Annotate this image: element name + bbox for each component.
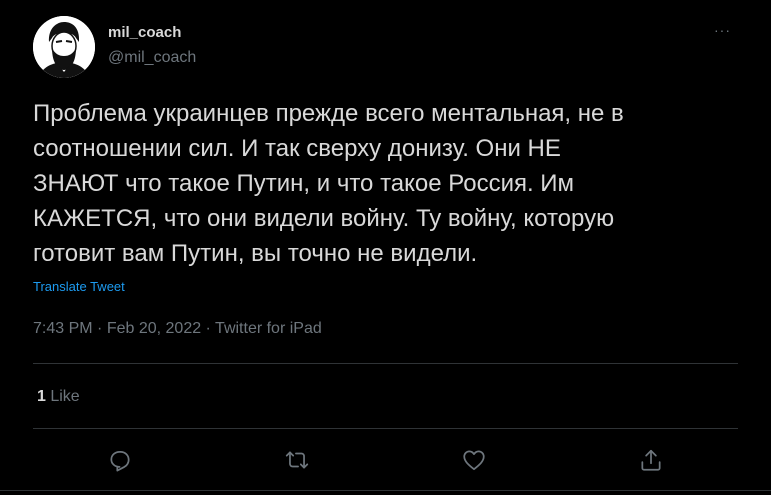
tweet-metadata: 7:43 PM · Feb 20, 2022 · Twitter for iPa…	[33, 320, 322, 338]
reply-icon	[110, 451, 130, 472]
divider	[33, 428, 738, 429]
tweet-card: mil_coach @mil_coach ··· Проблема украин…	[0, 0, 771, 495]
bottom-divider	[0, 490, 771, 491]
divider	[33, 363, 738, 364]
tweet-date[interactable]: Feb 20, 2022	[107, 320, 201, 337]
translate-tweet-link[interactable]: Translate Tweet	[33, 279, 125, 294]
like-count: 1	[37, 388, 46, 405]
retweet-button[interactable]	[284, 447, 310, 473]
tweet-time[interactable]: 7:43 PM	[33, 320, 93, 337]
author-handle[interactable]: @mil_coach	[108, 49, 196, 67]
author-display-name[interactable]: mil_coach	[108, 24, 181, 41]
meta-separator: ·	[92, 320, 107, 337]
reply-button[interactable]	[107, 447, 133, 473]
tweet-source[interactable]: Twitter for iPad	[215, 320, 322, 337]
like-label: Like	[45, 388, 80, 405]
tweet-text: Проблема украинцев прежде всего ментальн…	[33, 100, 624, 267]
avatar[interactable]	[33, 16, 95, 78]
retweet-icon	[285, 451, 309, 469]
more-options-icon[interactable]: ···	[714, 22, 731, 38]
share-button[interactable]	[638, 447, 664, 473]
likes-stat[interactable]: 1 Like	[37, 388, 80, 406]
avatar-illustration	[33, 16, 95, 78]
share-icon	[641, 449, 661, 471]
meta-separator: ·	[201, 320, 216, 337]
like-button[interactable]	[461, 447, 487, 473]
heart-icon	[463, 450, 485, 471]
